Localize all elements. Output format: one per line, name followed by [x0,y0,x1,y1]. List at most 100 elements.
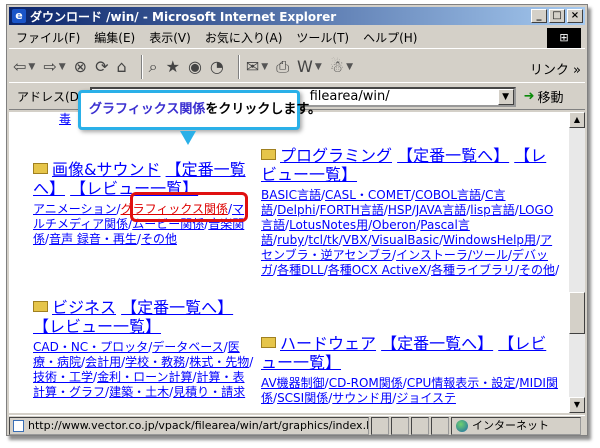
minimize-button[interactable]: _ [531,9,547,23]
category-title[interactable]: プログラミング [280,146,392,165]
favorites-icon: ★ [165,57,180,76]
subcat-link[interactable]: Oberon [372,218,416,232]
forward-button[interactable]: ⇨ ▼ [43,57,65,76]
favorites-button[interactable]: ★ [166,57,180,76]
subcat-link[interactable]: 株式・先物 [189,355,249,369]
stop-button[interactable]: ⊗ [74,57,87,76]
standard-list-link[interactable]: 【定番一覧へ】 [381,334,493,353]
subcat-link[interactable]: 金利・ローン計算 [97,370,192,384]
subcat-link[interactable]: BASIC言語 [261,188,321,202]
scroll-thumb[interactable] [569,292,585,334]
subcat-link[interactable]: サウンド用 [332,391,392,405]
subcat-link[interactable]: データベース [152,340,223,354]
menu-view[interactable]: 表示(V) [142,29,198,46]
subcat-link[interactable]: その他 [519,263,555,277]
standard-list-link[interactable]: 【定番一覧へ】 [121,298,233,317]
callout-pointer [180,131,196,145]
security-zone: インターネット [451,416,581,435]
go-button[interactable]: ➜ 移動 [524,87,564,106]
title-bar: e ダウンロード /win/ - Microsoft Internet Expl… [9,7,585,25]
search-icon: ⌕ [148,56,158,76]
search-button[interactable]: ⌕ [149,57,158,77]
messenger-button[interactable]: ☃ ▼ [330,57,353,76]
category-hardware: ハードウェア 【定番一覧へ】 【レビュー一覧】 AV機器制御/CD-ROM関係/… [261,334,558,405]
stop-icon: ⊗ [73,57,88,76]
print-icon: ⎙ [276,56,290,76]
menu-tools[interactable]: ツール(T) [289,29,356,46]
refresh-button[interactable]: ⟳ [95,57,108,76]
subcat-link[interactable]: 各種ライブラリ [431,263,515,277]
top-cut-link[interactable]: 毒 [59,112,71,127]
status-bar: http://www.vector.co.jp/vpack/filearea/w… [9,415,585,435]
category-title[interactable]: 画像&サウンド [52,160,160,179]
subcat-link[interactable]: AV機器制御 [261,376,325,390]
category-business: ビジネス 【定番一覧へ】 【レビュー一覧】 CAD・NC・プロッタ/データベース… [33,298,254,399]
review-list-link[interactable]: 【レビュー一覧】 [33,317,161,336]
subcat-link[interactable]: COBOL言語 [415,188,481,202]
page-icon [13,419,24,432]
subcat-link[interactable]: 各種OCX ActiveX [328,263,427,277]
status-cell [371,416,389,435]
standard-list-link[interactable]: 【定番一覧へ】 [397,146,509,165]
subcat-link[interactable]: Delphi [277,203,316,217]
subcat-link[interactable]: FORTH言語 [320,203,384,217]
edit-button[interactable]: W ▼ [297,57,322,76]
subcat-link[interactable]: VBX [343,233,368,247]
subcat-link[interactable]: 学校・教務 [125,355,185,369]
subcat-link[interactable]: CPU情報表示・設定 [407,376,515,390]
close-button[interactable]: × [567,9,583,23]
subcat-link[interactable]: HSP [388,203,412,217]
ie-logo-icon: e [12,9,26,23]
mail-button[interactable]: ✉ ▼ [246,57,268,76]
status-url: http://www.vector.co.jp/vpack/filearea/w… [9,416,369,435]
category-title[interactable]: ハードウェア [280,334,376,353]
subcat-link[interactable]: SCSI関係 [277,391,328,405]
subcat-link[interactable]: lisp言語 [470,203,515,217]
subcat-link[interactable]: 技術・工学 [33,370,93,384]
mail-icon: ✉ [245,57,260,76]
subcat-link[interactable]: 建築・土木 [109,385,169,399]
address-dropdown-button[interactable]: ▼ [497,88,514,105]
subcat-link[interactable]: VisualBasic [371,233,439,247]
subcat-link[interactable]: CD-ROM関係 [329,376,403,390]
vertical-scrollbar[interactable]: ▲ ▼ [569,112,585,413]
subcat-link[interactable]: 音声 録音・再生 [49,232,137,246]
subcat-link[interactable]: その他 [141,232,177,246]
subcat-link[interactable]: LotusNotes用 [289,218,368,232]
subcat-link[interactable]: WindowsHelp用 [443,233,536,247]
menu-bar: ファイル(F) 編集(E) 表示(V) お気に入り(A) ツール(T) ヘルプ(… [9,27,585,49]
refresh-icon: ⟳ [95,57,109,76]
subcat-link[interactable]: 会計用 [85,355,121,369]
subcat-link[interactable]: tcl/tk [308,233,338,247]
subcat-link[interactable]: JAVA言語 [416,203,466,217]
scroll-down-button[interactable]: ▼ [569,397,585,413]
subcat-link[interactable]: アニメーション [33,202,117,216]
category-title[interactable]: ビジネス [52,298,116,317]
home-button[interactable]: ⌂ [116,57,126,76]
subcat-link[interactable]: 見積り・請求 [173,385,245,399]
maximize-button[interactable]: □ [549,9,565,23]
media-button[interactable]: ◉ [188,57,202,76]
menu-file[interactable]: ファイル(F) [9,29,87,46]
back-button[interactable]: ⇦ ▼ [13,57,35,76]
subcat-link[interactable]: ruby [277,233,304,247]
folder-icon [261,149,276,160]
menu-help[interactable]: ヘルプ(H) [356,29,424,46]
subcat-link[interactable]: インストーラ/ツール [396,248,508,262]
folder-icon [33,301,48,312]
history-icon: ◔ [209,57,224,76]
print-button[interactable]: ⎙ [276,57,289,77]
globe-icon [456,419,468,432]
scroll-up-button[interactable]: ▲ [569,112,585,128]
subcat-link[interactable]: CAD・NC・プロッタ [33,340,148,354]
go-arrow-icon: ➜ [523,89,535,104]
windows-logo-icon: ⊞ [547,28,581,48]
links-label[interactable]: リンク » [530,59,581,78]
menu-edit[interactable]: 編集(E) [87,29,142,46]
subcat-link[interactable]: CASL・COMET [325,188,411,202]
menu-favorites[interactable]: お気に入り(A) [198,29,290,46]
status-cell [391,416,409,435]
history-button[interactable]: ◔ [210,57,224,76]
subcat-link[interactable]: ジョイステ [396,391,456,405]
subcat-link[interactable]: 各種DLL [277,263,324,277]
